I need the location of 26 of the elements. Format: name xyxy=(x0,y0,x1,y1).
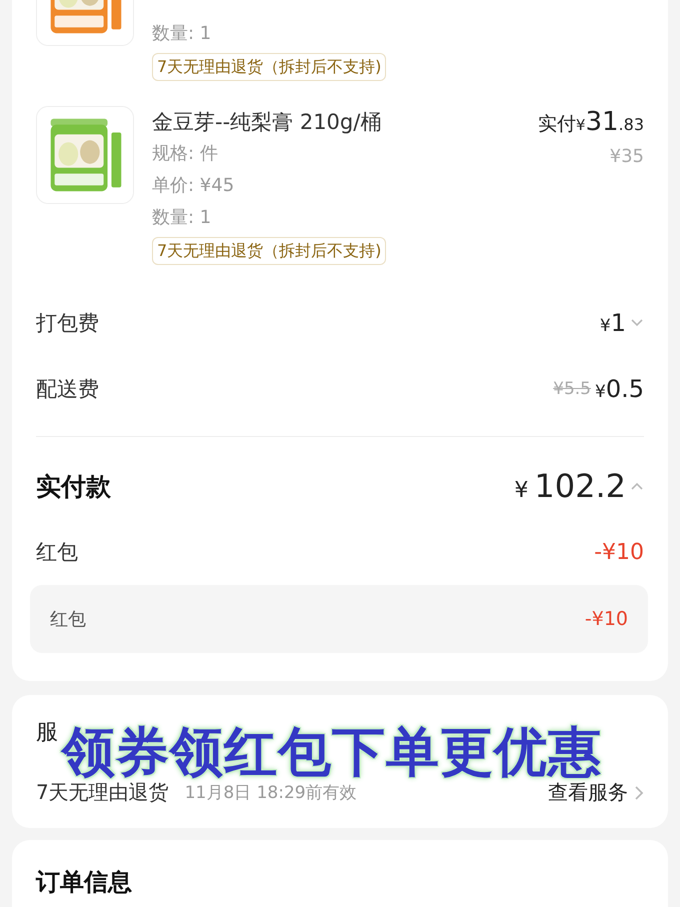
product-name[interactable]: 金豆芽--纯梨膏 210g/桶 xyxy=(152,106,382,138)
total-amount: ¥ 102.2 xyxy=(514,467,626,505)
fee-amount: ¥0.5 xyxy=(595,375,644,403)
fee-label: 配送费 xyxy=(36,376,99,403)
product-detail: 数量: 1 xyxy=(152,22,212,46)
chevron-up-icon[interactable] xyxy=(630,481,644,491)
validity-text: 11月8日 18:29前有效 xyxy=(184,782,358,804)
chevron-right-icon xyxy=(634,784,644,800)
discount-label: 红包 xyxy=(36,539,78,566)
discount-amount: -¥10 xyxy=(594,540,644,564)
product-detail: 单价: ¥45 xyxy=(152,174,234,198)
total-label: 实付款 xyxy=(36,470,111,502)
discount-label: 红包 xyxy=(50,608,86,631)
section-title: 服 xyxy=(36,719,59,747)
fee-label: 打包费 xyxy=(36,310,99,337)
paid-price: 实付¥31.83 xyxy=(538,106,644,139)
return-policy-tag: 7天无理由退货（拆封后不支持) xyxy=(152,237,386,265)
chevron-down-icon[interactable] xyxy=(630,318,644,328)
discount-amount: -¥10 xyxy=(584,608,628,630)
product-detail: 数量: 1 xyxy=(152,206,212,230)
original-price: ¥35 xyxy=(610,145,644,169)
product-detail: 规格: 件 xyxy=(152,142,218,166)
return-policy-tag: 7天无理由退货（拆封后不支持) xyxy=(152,53,386,81)
old-price: ¥5.5 xyxy=(553,379,591,399)
fee-amount: ¥1 xyxy=(600,309,626,337)
section-title: 订单信息 xyxy=(36,867,133,898)
